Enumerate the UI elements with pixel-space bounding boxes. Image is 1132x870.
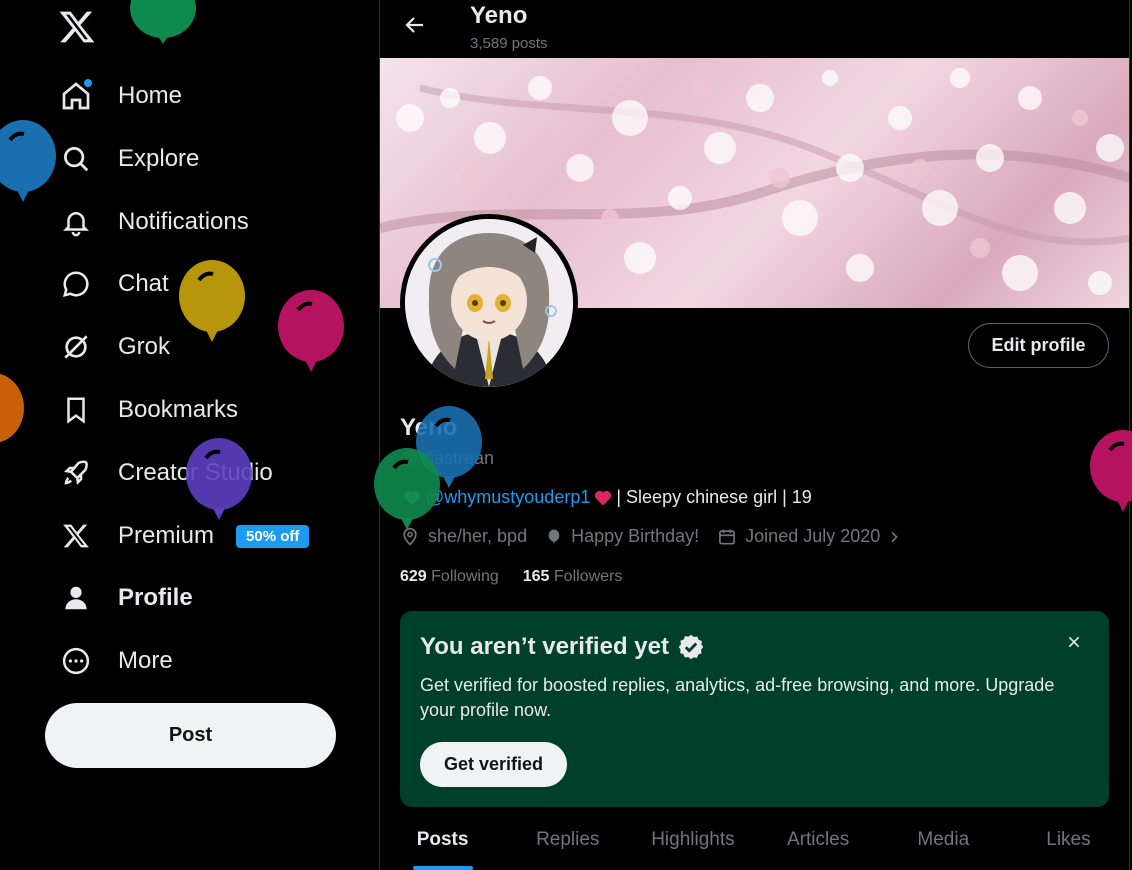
bookmark-icon [58,392,94,428]
x-logo-icon [58,518,94,554]
profile-joined-date: Joined July 2020 [745,526,881,546]
sidebar-item-grok[interactable]: Grok [58,322,170,372]
tab-replies[interactable]: Replies [505,815,630,870]
profile-column: Yeno 3,589 posts Edit profile Yeno @Vias… [379,0,1130,870]
sidebar-item-notifications[interactable]: Notifications [58,197,249,247]
grok-icon [58,329,94,365]
sidebar-item-profile[interactable]: Profile [58,573,193,623]
more-circle-icon [58,643,94,679]
sidebar-item-label: More [118,647,173,674]
tab-highlights[interactable]: Highlights [630,815,755,870]
balloon-icon [548,529,560,544]
sidebar-item-label: Notifications [118,208,249,235]
sidebar-item-explore[interactable]: Explore [58,134,199,184]
rocket-icon [58,455,94,491]
verified-badge-icon [678,634,704,660]
following-link[interactable]: 629 Following [400,568,499,586]
home-icon [58,78,94,114]
tab-media[interactable]: Media [881,815,1006,870]
bell-icon [58,204,94,240]
sidebar-item-home[interactable]: Home [58,71,182,121]
profile-location: she/her, bpd [428,526,528,546]
tab-articles[interactable]: Articles [756,815,881,870]
sidebar-item-label: Creator Studio [118,459,273,486]
sidebar-item-label: Chat [118,270,169,297]
person-icon [58,580,94,616]
sidebar-item-label: Home [118,82,183,109]
profile-birthday: Happy Birthday! [571,526,700,546]
red-heart-emoji-icon [592,488,614,508]
sidebar-item-label: Premium [118,522,215,549]
header-title: Yeno [470,2,528,29]
verification-card: You aren’t verified yet Get verified for… [400,611,1109,807]
sidebar-item-bookmarks[interactable]: Bookmarks [58,385,238,435]
profile-display-name: Yeno [400,414,458,441]
followers-link[interactable]: 165 Followers [523,568,623,586]
sidebar-item-label: Grok [118,333,171,360]
edit-profile-button[interactable]: Edit profile [968,323,1109,368]
bio-text: | Sleepy chinese girl | 19 [616,487,812,507]
tab-posts[interactable]: Posts [380,815,505,870]
sidebar-item-more[interactable]: More [58,636,173,686]
x-logo-icon[interactable] [58,8,96,46]
search-icon [58,141,94,177]
profile-meta: she/her, bpd Happy Birthday! Joined July… [400,526,928,547]
bio-mention-link[interactable]: @whymustyouderp1 [426,487,590,508]
location-pin-icon [403,527,417,546]
profile-tabs: Posts Replies Highlights Articles Media … [380,815,1129,870]
header-post-count: 3,589 posts [470,35,548,52]
get-verified-button[interactable]: Get verified [420,742,567,787]
post-button[interactable]: Post [45,703,336,768]
profile-avatar[interactable] [400,214,578,392]
profile-bio: @whymustyouderp1 | Sleepy chinese girl |… [400,487,812,508]
chevron-right-icon[interactable] [886,528,902,546]
follow-stats: 629 Following 165 Followers [400,568,646,586]
verification-card-title: You aren’t verified yet [420,633,705,661]
sidebar-item-label: Explore [118,145,200,172]
sidebar-item-creator-studio[interactable]: Creator Studio [58,448,273,498]
discount-badge: 50% off [236,524,310,548]
calendar-icon [719,529,736,544]
tab-likes[interactable]: Likes [1006,815,1129,870]
sidebar-item-premium[interactable]: Premium 50% off [58,511,310,561]
close-icon[interactable] [1063,631,1085,653]
green-heart-emoji-icon [402,488,424,508]
sidebar-nav: Home Explore Notifications Chat Grok Boo… [0,0,380,870]
sidebar-item-label: Bookmarks [118,396,239,423]
verification-card-text: Get verified for boosted replies, analyt… [420,675,1055,720]
sidebar-item-label: Profile [118,584,193,611]
chat-bubble-icon [58,266,94,302]
profile-handle: @Viastrean [400,448,494,468]
notification-dot [84,79,92,87]
back-arrow-icon[interactable] [400,10,430,40]
sidebar-item-chat[interactable]: Chat [58,259,169,309]
